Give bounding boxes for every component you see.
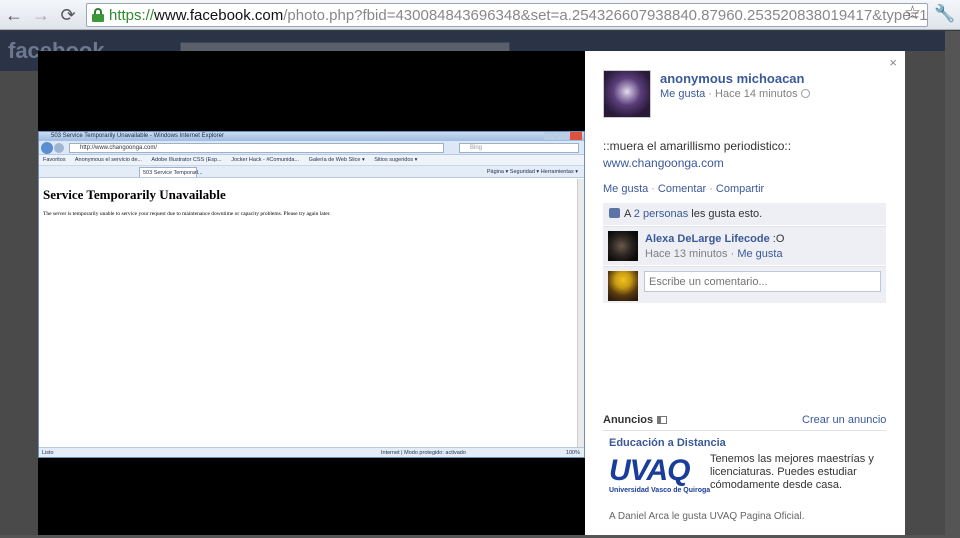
- photo-stage[interactable]: 503 Service Temporarily Unavailable - Wi…: [38, 51, 585, 535]
- bookmark-star-icon[interactable]: ☆: [904, 4, 921, 24]
- comment-text: :O: [772, 233, 785, 245]
- author-avatar[interactable]: [603, 70, 651, 118]
- ie-title: 503 Service Temporarily Unavailable - Wi…: [51, 133, 224, 139]
- ie-scrollbar: [577, 179, 584, 447]
- ads-divider: [603, 430, 886, 431]
- reload-icon[interactable]: ⟳: [57, 4, 79, 26]
- share-button[interactable]: Compartir: [716, 183, 764, 195]
- url-text: https://www.facebook.com/photo.php?fbid=…: [109, 7, 928, 24]
- comment-like-link[interactable]: Me gusta: [737, 248, 782, 260]
- comment-input[interactable]: [644, 271, 881, 292]
- lock-icon: [92, 8, 104, 22]
- back-icon[interactable]: ←: [3, 4, 25, 26]
- wrench-icon[interactable]: 🔧: [934, 4, 955, 24]
- close-icon[interactable]: ×: [889, 55, 897, 70]
- ie-favorites-bar: Favoritos Anonymous el servicio de... Ad…: [39, 155, 584, 166]
- ie-page-content: Service Temporarily Unavailable The serv…: [39, 179, 584, 447]
- ad-social-context: A Daniel Arca le gusta UVAQ Pagina Ofici…: [609, 511, 805, 522]
- comment-time[interactable]: Hace 13 minutos: [645, 248, 728, 260]
- browser-toolbar: ← → ⟳ https://www.facebook.com/photo.php…: [0, 0, 960, 30]
- ie-tab-bar: 503 Service Temporarl... Página ▾ Seguri…: [39, 166, 584, 178]
- ie-tab: 503 Service Temporarl...: [139, 167, 203, 177]
- photo-ie-screenshot: 503 Service Temporarily Unavailable - Wi…: [38, 131, 585, 458]
- ie-titlebar: 503 Service Temporarily Unavailable - Wi…: [39, 132, 584, 141]
- globe-icon: [800, 89, 810, 98]
- address-bar[interactable]: https://www.facebook.com/photo.php?fbid=…: [86, 3, 928, 27]
- commenter-name[interactable]: Alexa DeLarge Lifecode: [645, 233, 770, 245]
- like-page-link[interactable]: Me gusta: [660, 88, 705, 100]
- ad-description: Tenemos las mejores maestrías y licencia…: [710, 453, 874, 491]
- write-comment-box: [603, 266, 886, 303]
- error-body: The server is temporarily unable to serv…: [43, 211, 331, 217]
- post-caption: ::muera el amarillismo periodistico::: [603, 139, 792, 153]
- author-name[interactable]: anonymous michoacan: [660, 71, 804, 86]
- error-heading: Service Temporarily Unavailable: [43, 187, 226, 202]
- post-actions: Me gusta · Comentar · Compartir: [603, 183, 765, 195]
- ie-commands: Página ▾ Seguridad ▾ Herramientas ▾: [486, 169, 578, 175]
- post-time[interactable]: Hace 14 minutos: [715, 88, 798, 100]
- post-link[interactable]: www.changoonga.com: [603, 156, 724, 170]
- viewer-avatar: [608, 271, 638, 301]
- forward-icon[interactable]: →: [30, 4, 52, 26]
- commenter-avatar[interactable]: [608, 231, 638, 261]
- comment-item: Alexa DeLarge Lifecode :O Hace 13 minuto…: [603, 226, 886, 265]
- ie-url: http://www.changoonga.com/: [69, 143, 444, 153]
- ie-status-bar: Listo Internet | Modo protegido: activad…: [39, 447, 584, 457]
- ad-title[interactable]: Educación a Distancia: [609, 437, 726, 449]
- page-scrollbar[interactable]: [945, 31, 960, 538]
- likes-people-link[interactable]: 2 personas: [634, 208, 688, 220]
- photo-side-panel: × anonymous michoacan Me gusta · Hace 14…: [585, 51, 905, 535]
- ad-logo[interactable]: UVAQ Universidad Vasco de Quiroga: [609, 455, 710, 505]
- ie-search: Bing: [459, 143, 579, 153]
- ads-heading: Anuncios: [603, 414, 668, 426]
- likes-summary: A 2 personas les gusta esto.: [603, 203, 886, 225]
- comment-button[interactable]: Comentar: [658, 183, 706, 195]
- ie-address-bar: http://www.changoonga.com/ Bing: [39, 141, 584, 155]
- thumbs-up-icon: [609, 208, 620, 218]
- create-ad-link[interactable]: Crear un anuncio: [802, 414, 886, 426]
- like-button[interactable]: Me gusta: [603, 183, 648, 195]
- megaphone-icon: [657, 416, 668, 424]
- post-meta: Me gusta · Hace 14 minutos: [660, 88, 810, 100]
